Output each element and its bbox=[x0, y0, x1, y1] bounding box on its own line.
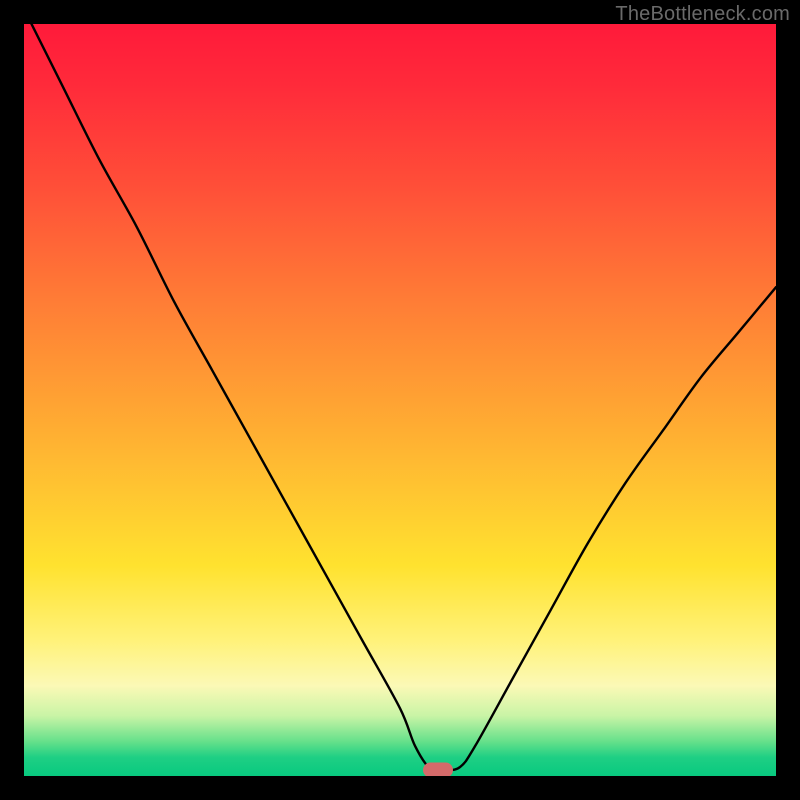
bottleneck-curve bbox=[24, 24, 776, 776]
watermark-text: TheBottleneck.com bbox=[615, 3, 790, 26]
chart-frame: TheBottleneck.com bbox=[0, 0, 800, 800]
optimal-marker bbox=[423, 762, 453, 776]
plot-area bbox=[24, 24, 776, 776]
